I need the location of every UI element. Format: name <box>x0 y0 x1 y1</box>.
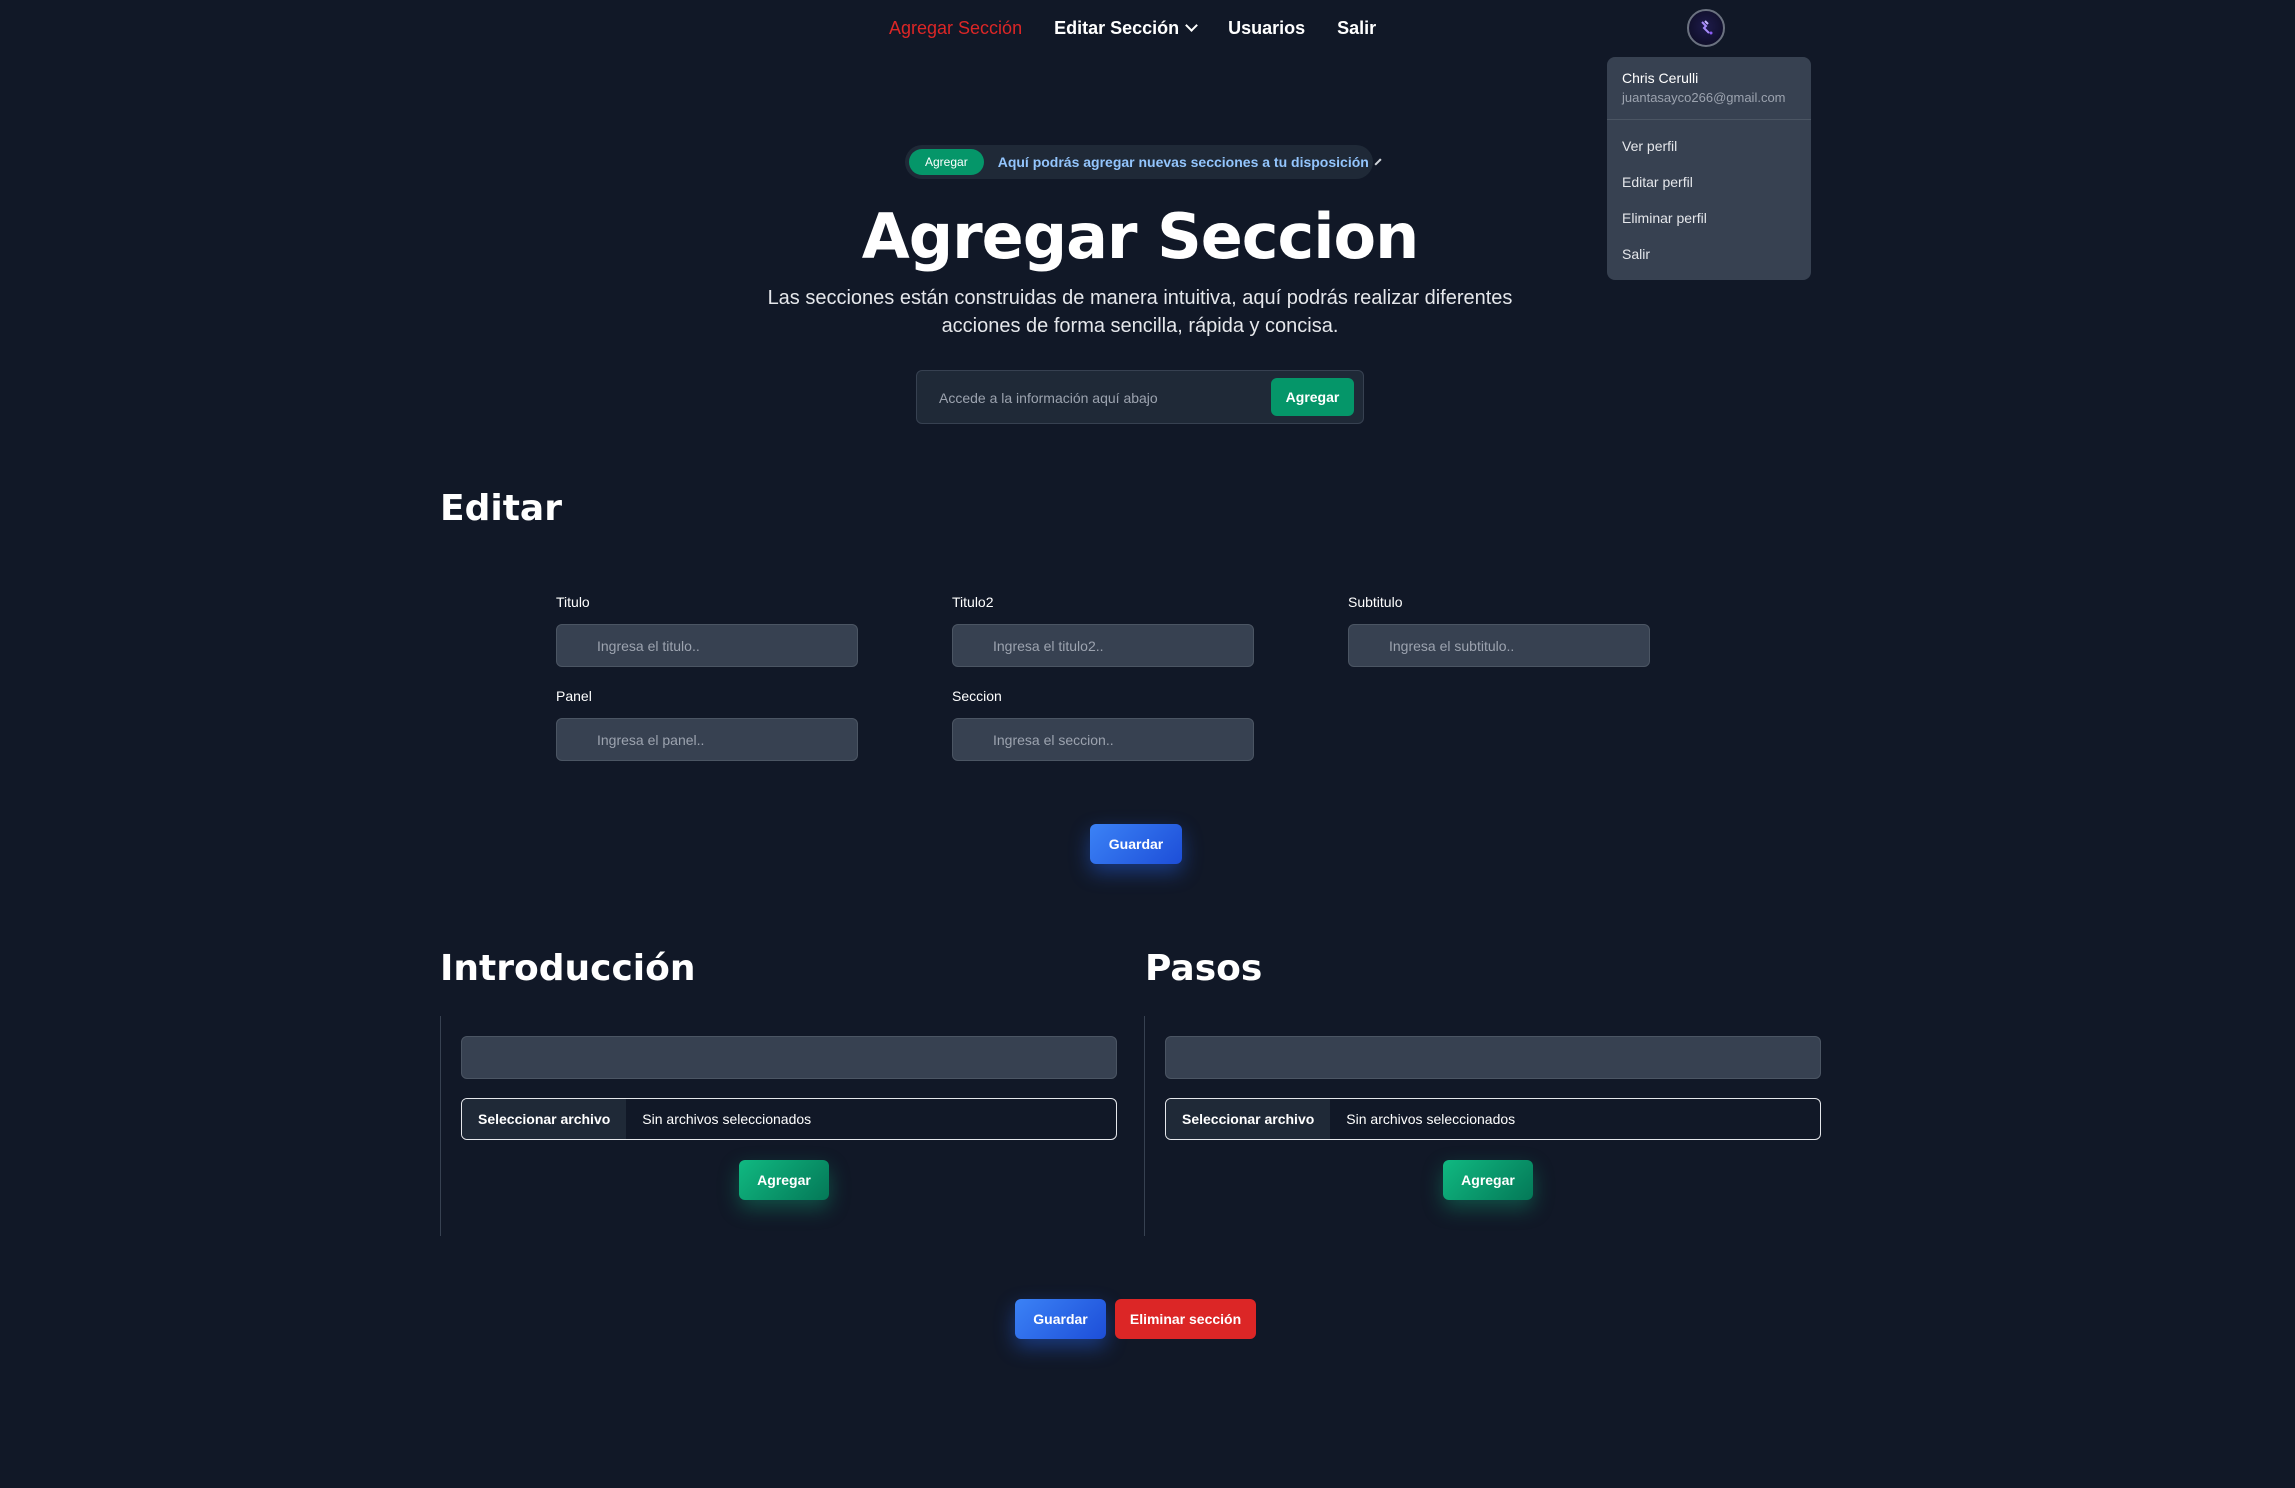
chevron-right-icon <box>1374 158 1382 166</box>
introduccion-text-input[interactable] <box>461 1036 1117 1079</box>
menu-item-editar-perfil[interactable]: Editar perfil <box>1622 174 1693 190</box>
panel-input[interactable] <box>556 718 858 761</box>
seccion-input[interactable] <box>952 718 1254 761</box>
introduccion-heading: Introducción <box>440 948 696 989</box>
introduccion-file-button[interactable]: Seleccionar archivo <box>462 1099 627 1139</box>
pasos-agregar-button[interactable]: Agregar <box>1443 1160 1533 1200</box>
titulo2-label: Titulo2 <box>952 594 994 610</box>
chevron-down-icon <box>1185 19 1198 32</box>
subtitulo-label: Subtitulo <box>1348 594 1403 610</box>
introduccion-agregar-button[interactable]: Agregar <box>739 1160 829 1200</box>
nav-salir[interactable]: Salir <box>1337 18 1376 39</box>
panel-label: Panel <box>556 688 592 704</box>
pasos-column-border <box>1144 1016 1145 1236</box>
titulo-input[interactable] <box>556 624 858 667</box>
page-title: Agregar Seccion <box>861 200 1420 273</box>
introduccion-file-status: Sin archivos seleccionados <box>642 1111 812 1127</box>
avatar[interactable] <box>1687 9 1725 47</box>
nav-usuarios[interactable]: Usuarios <box>1228 18 1305 39</box>
banner-text: Aquí podrás agregar nuevas secciones a t… <box>997 154 1369 170</box>
nav-editar-seccion[interactable]: Editar Sección <box>1054 18 1198 39</box>
introduccion-file-input[interactable]: Seleccionar archivo Sin archivos selecci… <box>461 1098 1117 1140</box>
page-subtitle: Las secciones están construidas de maner… <box>767 287 1513 337</box>
titulo-label: Titulo <box>556 594 590 610</box>
pasos-heading: Pasos <box>1145 948 1263 989</box>
nav-agregar-seccion[interactable]: Agregar Sección <box>889 18 1022 39</box>
hero-search-box: Agregar <box>916 370 1364 424</box>
editar-guardar-button[interactable]: Guardar <box>1090 824 1182 864</box>
hero-search-input[interactable] <box>937 381 1181 415</box>
menu-item-ver-perfil[interactable]: Ver perfil <box>1622 138 1677 154</box>
seccion-label: Seccion <box>952 688 1002 704</box>
subtitulo-input[interactable] <box>1348 624 1650 667</box>
nav-links: Agregar Sección Editar Sección Usuarios … <box>889 18 1376 39</box>
guardar-button[interactable]: Guardar <box>1015 1299 1106 1339</box>
hero-agregar-button[interactable]: Agregar <box>1271 378 1354 416</box>
avatar-image-icon <box>1701 20 1713 35</box>
editar-heading: Editar <box>440 488 562 529</box>
pasos-file-button[interactable]: Seleccionar archivo <box>1166 1099 1331 1139</box>
user-name: Chris Cerulli <box>1622 70 1699 86</box>
pasos-file-input[interactable]: Seleccionar archivo Sin archivos selecci… <box>1165 1098 1821 1140</box>
pasos-text-input[interactable] <box>1165 1036 1821 1079</box>
pasos-file-status: Sin archivos seleccionados <box>1346 1111 1516 1127</box>
titulo2-input[interactable] <box>952 624 1254 667</box>
announcement-banner[interactable]: Agregar Aquí podrás agregar nuevas secci… <box>905 145 1382 179</box>
dropdown-divider <box>1607 119 1811 120</box>
nav-editar-seccion-label: Editar Sección <box>1054 18 1180 38</box>
eliminar-seccion-button[interactable]: Eliminar sección <box>1115 1299 1256 1339</box>
banner-badge: Agregar <box>909 149 984 175</box>
introduccion-column-border <box>440 1016 441 1236</box>
user-email: juantasayco266@gmail.com <box>1622 90 1786 105</box>
top-nav: Agregar Sección Editar Sección Usuarios … <box>0 0 2295 60</box>
